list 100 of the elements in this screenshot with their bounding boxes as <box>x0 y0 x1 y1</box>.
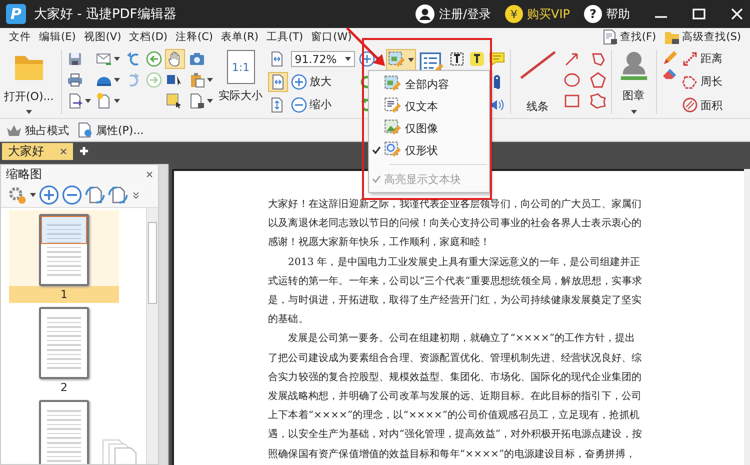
camera-icon[interactable] <box>188 50 205 66</box>
help-icon: ? <box>584 5 602 23</box>
caret-icon[interactable] <box>344 57 351 62</box>
stamp-icon[interactable] <box>618 50 649 80</box>
select-area-icon[interactable] <box>166 92 182 108</box>
menu-item[interactable]: 文件 <box>6 30 34 44</box>
all-content-icon[interactable] <box>384 75 402 93</box>
checkmark-icon <box>372 146 380 154</box>
zoom-out-button[interactable]: 缩小 <box>290 96 332 113</box>
menu-item[interactable]: 工具(T) <box>264 30 306 44</box>
text-only-icon[interactable] <box>384 97 402 115</box>
add-tab-icon[interactable] <box>79 146 89 156</box>
document-arrow-icon[interactable] <box>66 92 83 108</box>
caret-icon[interactable] <box>206 78 213 82</box>
pentagon-icon[interactable] <box>590 72 606 88</box>
fit-width-page-icon[interactable] <box>268 51 285 67</box>
document-settings-icon[interactable] <box>77 122 93 138</box>
line-button[interactable]: 线条 <box>516 48 560 116</box>
rectangle-icon[interactable] <box>564 92 580 108</box>
caret-icon[interactable] <box>114 56 120 60</box>
caret-icon[interactable] <box>206 98 213 102</box>
open-button[interactable]: 打开(O)... <box>2 48 56 116</box>
printer-icon[interactable] <box>66 72 83 88</box>
buy-vip-button[interactable]: ¥ 购买VIP <box>505 5 570 23</box>
left-arrow-circle-icon[interactable] <box>146 50 162 66</box>
account-button[interactable]: 注册/登录 <box>414 4 492 24</box>
document-search-icon[interactable] <box>602 29 618 45</box>
caret-icon[interactable] <box>114 78 120 82</box>
distance-button[interactable]: 距离 <box>682 50 723 67</box>
menu-item[interactable]: 注释(C) <box>172 30 216 44</box>
menu-option[interactable]: 全部内容 <box>369 73 489 95</box>
caret-icon[interactable] <box>114 98 120 102</box>
eraser-icon[interactable] <box>662 66 678 82</box>
rotate-page-icon[interactable] <box>85 185 105 205</box>
help-button[interactable]: ? 帮助 <box>584 5 630 23</box>
maximize-icon[interactable] <box>692 7 706 21</box>
user-icon <box>414 4 435 24</box>
pencil-icon[interactable] <box>662 50 678 66</box>
clipboard-icon[interactable] <box>188 72 205 88</box>
search-button[interactable]: 查找(F) <box>598 29 660 45</box>
advanced-search-button[interactable]: 高级查找(S) <box>661 29 744 45</box>
page-number: 2 <box>60 380 68 396</box>
arrow-icon[interactable] <box>564 50 580 66</box>
shape-only-icon[interactable] <box>384 141 402 159</box>
window-title: 大家好 - 迅捷PDF编辑器 <box>34 6 176 23</box>
menu-option[interactable]: 仅文本 <box>369 95 489 117</box>
folder-search-icon[interactable] <box>664 29 680 45</box>
minus-circle-icon[interactable] <box>62 185 82 205</box>
document-tab[interactable]: 大家好 <box>2 143 73 160</box>
caret-icon[interactable] <box>630 110 637 114</box>
rotate-page-icon[interactable] <box>108 185 128 205</box>
fit-page-icon[interactable] <box>270 74 286 90</box>
dashed-line-icon[interactable] <box>682 50 698 67</box>
caret-icon[interactable] <box>408 58 414 62</box>
caret-icon[interactable] <box>30 193 36 197</box>
highlight-text-icon[interactable] <box>468 51 485 68</box>
caret-icon[interactable] <box>26 110 32 114</box>
menu-option[interactable]: 仅形状 <box>369 139 489 161</box>
document-binoculars-icon[interactable] <box>188 92 205 108</box>
scrollbar[interactable] <box>146 208 158 464</box>
menu-option[interactable]: 仅图像 <box>369 117 489 139</box>
paragraph: 2013 年，是中国电力工业发展史上具有重大深远意义的一年，是公司组建并正式运转的第一年。一年来，公司以“三个代表”重要思想统领全局，解放思想，实事求是，与时俱进，开拓进取，取得了生产经营开门红，为公司持续健康发展奠定了坚实的基础。 <box>268 256 644 328</box>
zoom-field[interactable]: 91.72% <box>290 51 355 68</box>
menu-item[interactable]: 文档(D) <box>126 30 170 44</box>
menu-item[interactable]: 表单(R) <box>218 30 262 44</box>
menu-item[interactable]: 窗口(W) <box>308 30 355 44</box>
app-logo: P <box>6 4 26 24</box>
undo-icon[interactable] <box>124 50 141 66</box>
menu-item[interactable]: 视图(V) <box>80 30 124 44</box>
checkmark-icon <box>372 175 380 183</box>
ellipse-icon[interactable] <box>564 72 580 88</box>
exclusive-mode-button[interactable]: 独占模式 <box>6 122 69 138</box>
panel-title: 缩略图 <box>6 166 42 182</box>
page-thumbnail[interactable]: 1 <box>9 210 119 303</box>
hatched-circle-icon[interactable] <box>682 97 698 114</box>
new-page-icon[interactable] <box>96 92 112 108</box>
actual-size-button[interactable]: 1:1 实际大小 <box>216 48 265 116</box>
stamp-button[interactable]: 图章 <box>616 48 651 116</box>
image-only-icon[interactable] <box>384 119 402 137</box>
menu-item[interactable]: 编辑(E) <box>36 30 79 44</box>
properties-button[interactable]: 属性(P)... <box>77 122 144 138</box>
plus-circle-icon[interactable] <box>358 51 375 68</box>
text-box-icon[interactable] <box>448 51 465 68</box>
area-button[interactable]: 面积 <box>682 97 723 114</box>
page-number: 1 <box>9 286 119 303</box>
plus-circle-icon[interactable] <box>290 74 307 90</box>
caret-icon[interactable] <box>84 98 91 102</box>
star-outline-icon[interactable] <box>590 92 606 108</box>
coin-icon: ¥ <box>505 5 524 23</box>
viewport-frame <box>41 216 87 244</box>
zoom-in-button[interactable]: 放大 <box>290 74 332 90</box>
dashed-polygon-icon[interactable] <box>682 74 698 90</box>
plus-circle-icon[interactable] <box>39 185 59 205</box>
minus-circle-icon[interactable] <box>290 96 307 113</box>
page-thumbnail[interactable]: 2 <box>9 303 119 396</box>
double-chevron-icon[interactable] <box>131 190 141 200</box>
perimeter-button[interactable]: 周长 <box>682 74 723 90</box>
scrollbar[interactable] <box>744 169 750 465</box>
polygon-icon[interactable] <box>590 50 606 66</box>
fit-height-page-icon[interactable] <box>268 97 285 113</box>
